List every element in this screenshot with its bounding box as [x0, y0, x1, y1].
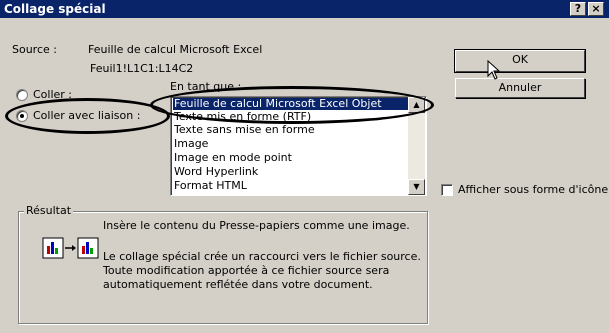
title-bar: Collage spécial — [0, 0, 609, 18]
format-item[interactable]: Word Hyperlink — [173, 166, 258, 178]
ok-button[interactable]: OK — [454, 49, 586, 73]
display-as-icon-label[interactable]: Afficher sous forme d'icône — [458, 183, 608, 196]
format-item[interactable]: Texte mis en forme (RTF) — [173, 111, 311, 123]
paste-link-result-icon — [42, 237, 99, 259]
scroll-down-icon[interactable]: ▼ — [408, 179, 425, 195]
format-item[interactable]: Image en mode point — [173, 152, 292, 164]
paste-radio-label[interactable]: Coller : — [33, 88, 72, 101]
format-item[interactable]: Image — [173, 138, 208, 150]
format-item[interactable]: Texte sans mise en forme — [173, 124, 315, 136]
result-line-3: Toute modification apportée à ce fichier… — [103, 264, 390, 277]
scroll-up-icon[interactable]: ▲ — [408, 97, 425, 113]
paste-label-text: Coller : — [33, 88, 73, 101]
close-button[interactable]: × — [588, 2, 604, 16]
source-label: Source : — [12, 43, 57, 56]
format-item[interactable]: Feuille de calcul Microsoft Excel Objet — [173, 98, 408, 110]
mouse-cursor-icon — [487, 60, 501, 80]
paste-link-label-text: Coller avec liaison : — [33, 109, 141, 122]
format-listbox[interactable]: Feuille de calcul Microsoft Excel Objet … — [170, 96, 427, 196]
format-scrollbar[interactable]: ▲ ▼ — [408, 97, 425, 195]
format-item[interactable]: Format HTML — [173, 180, 247, 192]
result-line-4: automatiquement reflétée dans votre docu… — [103, 278, 373, 291]
radio-selected-dot — [20, 114, 24, 118]
result-legend: Résultat — [24, 204, 74, 217]
as-label: En tant que : — [170, 80, 242, 93]
result-line-2: Le collage spécial crée un raccourci ver… — [103, 250, 421, 263]
paste-radio[interactable] — [16, 89, 28, 101]
source-value: Feuille de calcul Microsoft Excel — [88, 43, 263, 56]
help-button[interactable]: ? — [570, 2, 586, 16]
display-as-icon-checkbox[interactable] — [441, 184, 453, 196]
result-line-1: Insère le contenu du Presse-papiers comm… — [103, 219, 410, 232]
paste-link-radio-label[interactable]: Coller avec liaison : — [33, 109, 140, 122]
source-range: Feuil1!L1C1:L14C2 — [90, 62, 194, 75]
dialog-title: Collage spécial — [4, 2, 106, 16]
paste-link-radio[interactable] — [16, 110, 28, 122]
cancel-button[interactable]: Annuler — [455, 78, 585, 98]
